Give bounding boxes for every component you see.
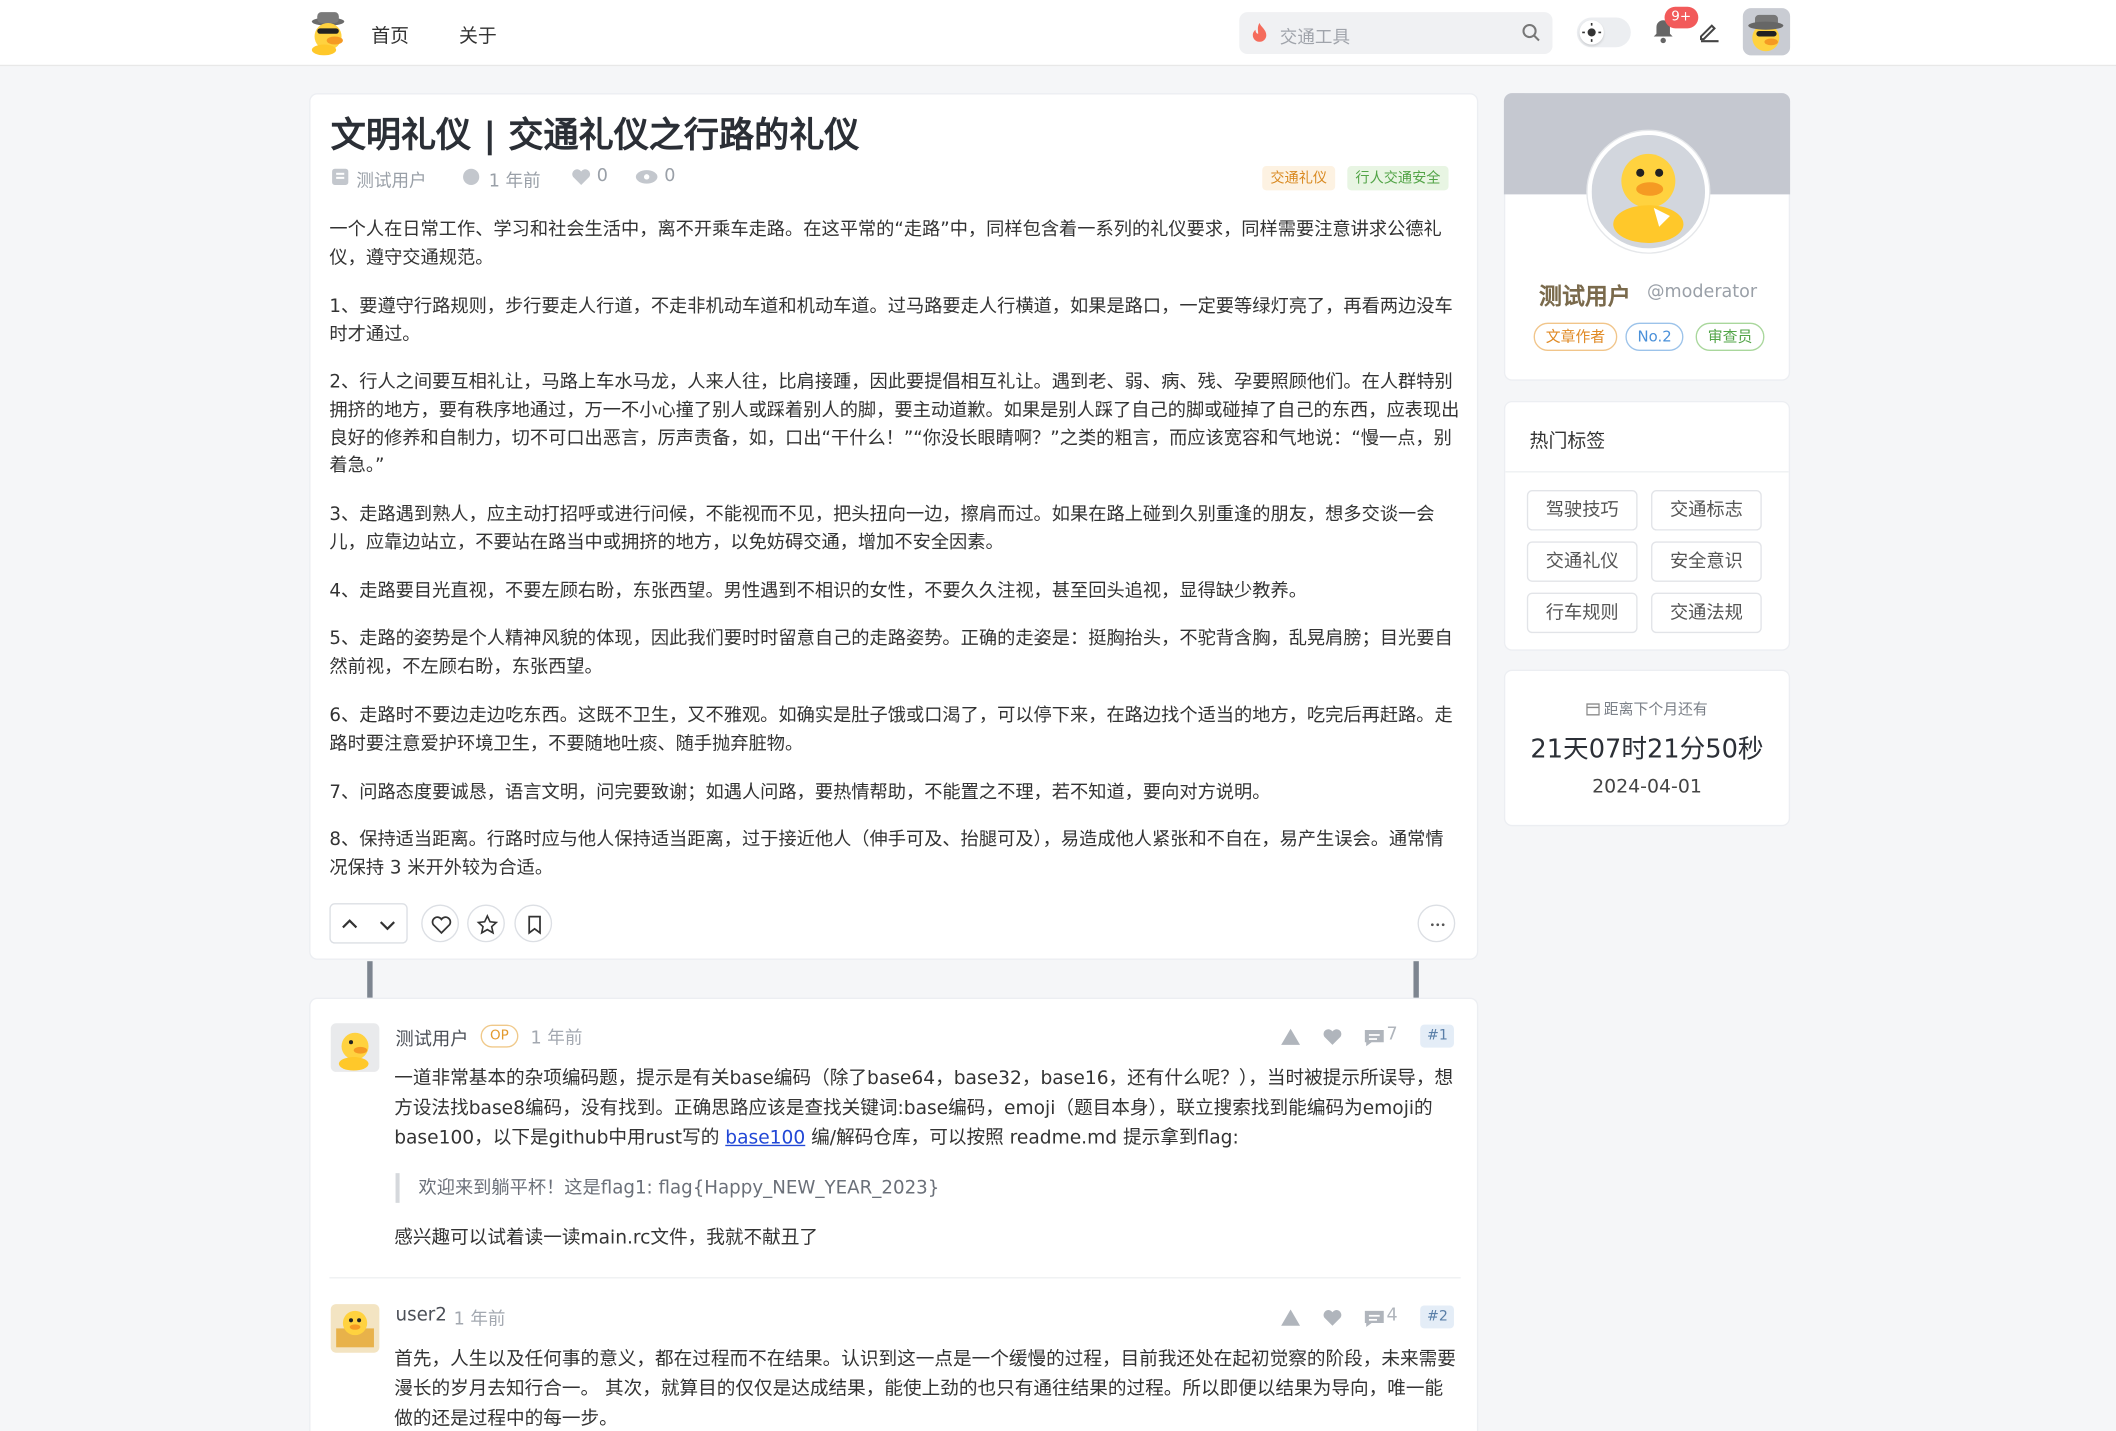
post-tag[interactable]: 交通礼仪 xyxy=(1262,166,1336,191)
upvote-triangle-icon[interactable] xyxy=(1280,1307,1302,1329)
theme-toggle[interactable] xyxy=(1576,17,1631,48)
post-title: 文明礼仪 | 交通礼仪之行路的礼仪 xyxy=(330,116,860,157)
comment-body: 一道非常基本的杂项编码题，提示是有关base编码（除了base64，base32… xyxy=(394,1064,1461,1153)
comment-time: 1 年前 xyxy=(530,1028,583,1049)
post-paragraph: 7、问路态度要诚恳，语言文明，问完要致谢；如遇人问路，要热情帮助，不能置之不理，… xyxy=(329,781,1271,804)
hot-tag[interactable]: 安全意识 xyxy=(1651,541,1762,582)
post-paragraph: 4、走路要目光直视，不要左顾右盼，东张西望。男性遇到不相识的女性，不要久久注视，… xyxy=(329,580,1307,603)
base100-link[interactable]: base100 xyxy=(725,1127,805,1149)
ellipsis-icon xyxy=(1431,923,1445,927)
upvote-icon[interactable] xyxy=(340,915,359,934)
post-paragraph: 一个人在日常工作、学习和社会生活中，离不开乘车走路。在这平常的“走路”中，同样包… xyxy=(329,218,1442,269)
notification-badge: 9+ xyxy=(1664,6,1698,29)
page-root: 首页 关于 交通工具 9+ 文明礼仪 | 交通礼仪之行路的礼仪 测试用户 1 年… xyxy=(0,0,2116,1431)
comment-avatar[interactable] xyxy=(330,1023,380,1072)
comment-number[interactable]: #1 xyxy=(1420,1024,1455,1048)
calendar-icon xyxy=(1586,703,1600,716)
favorite-button[interactable] xyxy=(467,904,505,943)
profile-badge: No.2 xyxy=(1625,322,1684,351)
post-views: 0 xyxy=(664,166,676,187)
duck-logo-icon[interactable] xyxy=(308,9,349,56)
flag-quote: 欢迎来到躺平杯！这是flag1: flag{Happy_NEW_YEAR_202… xyxy=(395,1173,940,1203)
nav-home[interactable]: 首页 xyxy=(371,22,409,49)
like-button[interactable] xyxy=(421,904,459,943)
comment-time: 1 年前 xyxy=(453,1309,506,1330)
profile-badge: 文章作者 xyxy=(1533,322,1618,351)
comment-closing: 感兴趣可以试着读一读main.rc文件，我就不献丑了 xyxy=(394,1227,819,1249)
heart-icon[interactable] xyxy=(1322,1307,1344,1329)
hot-tag[interactable]: 驾驶技巧 xyxy=(1526,490,1638,531)
profile-badge: 审查员 xyxy=(1695,322,1765,351)
nav-about[interactable]: 关于 xyxy=(459,22,497,49)
post-paragraph: 6、走路时不要边走边吃东西。这既不卫生，又不雅观。如确实是肚子饿或口渴了，可以停… xyxy=(329,704,1453,755)
edit-icon[interactable] xyxy=(1697,19,1721,43)
reply-count: 4 xyxy=(1386,1305,1398,1326)
profile-avatar[interactable] xyxy=(1587,130,1710,253)
post-paragraph: 2、行人之间要互相礼让，马路上车水马龙，人来人往，比肩接踵，因此要提倡相互礼让。… xyxy=(329,371,1460,478)
bookmark-icon xyxy=(528,915,541,935)
comment-divider xyxy=(329,1277,1461,1279)
sun-icon xyxy=(1579,20,1604,45)
post-paragraph: 8、保持适当距离。行路时应与他人保持适当距离，过于接近他人（伸手可及、抬腿可及）… xyxy=(329,828,1444,879)
reply-icon[interactable] xyxy=(1364,1027,1386,1049)
hot-tags-heading: 热门标签 xyxy=(1529,430,1606,453)
user-avatar[interactable] xyxy=(1742,8,1791,56)
reply-icon[interactable] xyxy=(1364,1308,1386,1330)
countdown-date: 2024-04-01 xyxy=(1592,776,1702,798)
author-icon xyxy=(332,168,349,185)
comment-avatar[interactable] xyxy=(330,1304,380,1353)
post-time: 1 年前 xyxy=(488,171,541,192)
heart-icon[interactable] xyxy=(1322,1026,1344,1048)
card-connector xyxy=(1413,961,1419,999)
hot-tag[interactable]: 行车规则 xyxy=(1526,592,1638,634)
comment-author[interactable]: 测试用户 xyxy=(396,1023,469,1051)
hot-tag[interactable]: 交通法规 xyxy=(1651,592,1762,634)
post-paragraph: 5、走路的姿势是个人精神风貌的体现，因此我们要时时留意自己的走路姿势。正确的走姿… xyxy=(329,627,1453,678)
profile-name[interactable]: 测试用户 xyxy=(1539,277,1631,311)
bookmark-button[interactable] xyxy=(514,904,553,943)
comment-text: 编/解码仓库，可以按照 readme.md 提示拿到flag: xyxy=(805,1127,1239,1149)
countdown-label-row: 距离下个月还有 xyxy=(1504,698,1790,720)
top-header: 首页 关于 交通工具 9+ xyxy=(0,0,2116,67)
card-connector xyxy=(367,961,373,999)
post-author[interactable]: 测试用户 xyxy=(356,166,426,191)
comment-author[interactable]: user2 xyxy=(396,1304,447,1326)
heart-icon xyxy=(572,169,591,185)
eye-icon xyxy=(635,170,658,184)
post-paragraph: 3、走路遇到熟人，应主动打招呼或进行问候，不能视而不见，把头扭向一边，擦肩而过。… xyxy=(329,503,1435,554)
search-icon[interactable] xyxy=(1521,23,1540,42)
search-box[interactable]: 交通工具 xyxy=(1239,12,1553,54)
profile-handle: @moderator xyxy=(1647,282,1758,303)
hot-tag[interactable]: 交通标志 xyxy=(1651,490,1762,531)
downvote-icon[interactable] xyxy=(378,915,397,934)
comment-number[interactable]: #2 xyxy=(1420,1305,1455,1329)
star-icon xyxy=(476,914,499,935)
clock-icon xyxy=(463,168,480,185)
fire-icon xyxy=(1252,22,1267,42)
upvote-triangle-icon[interactable] xyxy=(1280,1026,1302,1048)
countdown-value: 21天07时21分50秒 xyxy=(1530,734,1764,765)
reply-count: 7 xyxy=(1386,1024,1398,1045)
op-badge: OP xyxy=(480,1024,519,1048)
search-input[interactable]: 交通工具 xyxy=(1280,23,1350,48)
post-likes: 0 xyxy=(596,166,608,187)
post-paragraph: 1、要遵守行路规则，步行要走人行道，不走非机动车道和机动车道。过马路要走人行横道… xyxy=(329,295,1453,346)
hot-tag[interactable]: 交通礼仪 xyxy=(1526,541,1638,582)
post-tag[interactable]: 行人交通安全 xyxy=(1347,166,1449,191)
heart-outline-icon xyxy=(431,916,452,935)
vote-group xyxy=(329,903,408,944)
countdown-label: 距离下个月还有 xyxy=(1603,700,1708,719)
more-button[interactable] xyxy=(1417,904,1456,943)
comment-body: 首先，人生以及任何事的意义，都在过程而不在结果。认识到这一点是一个缓慢的过程，目… xyxy=(394,1348,1456,1430)
divider xyxy=(1505,471,1789,473)
